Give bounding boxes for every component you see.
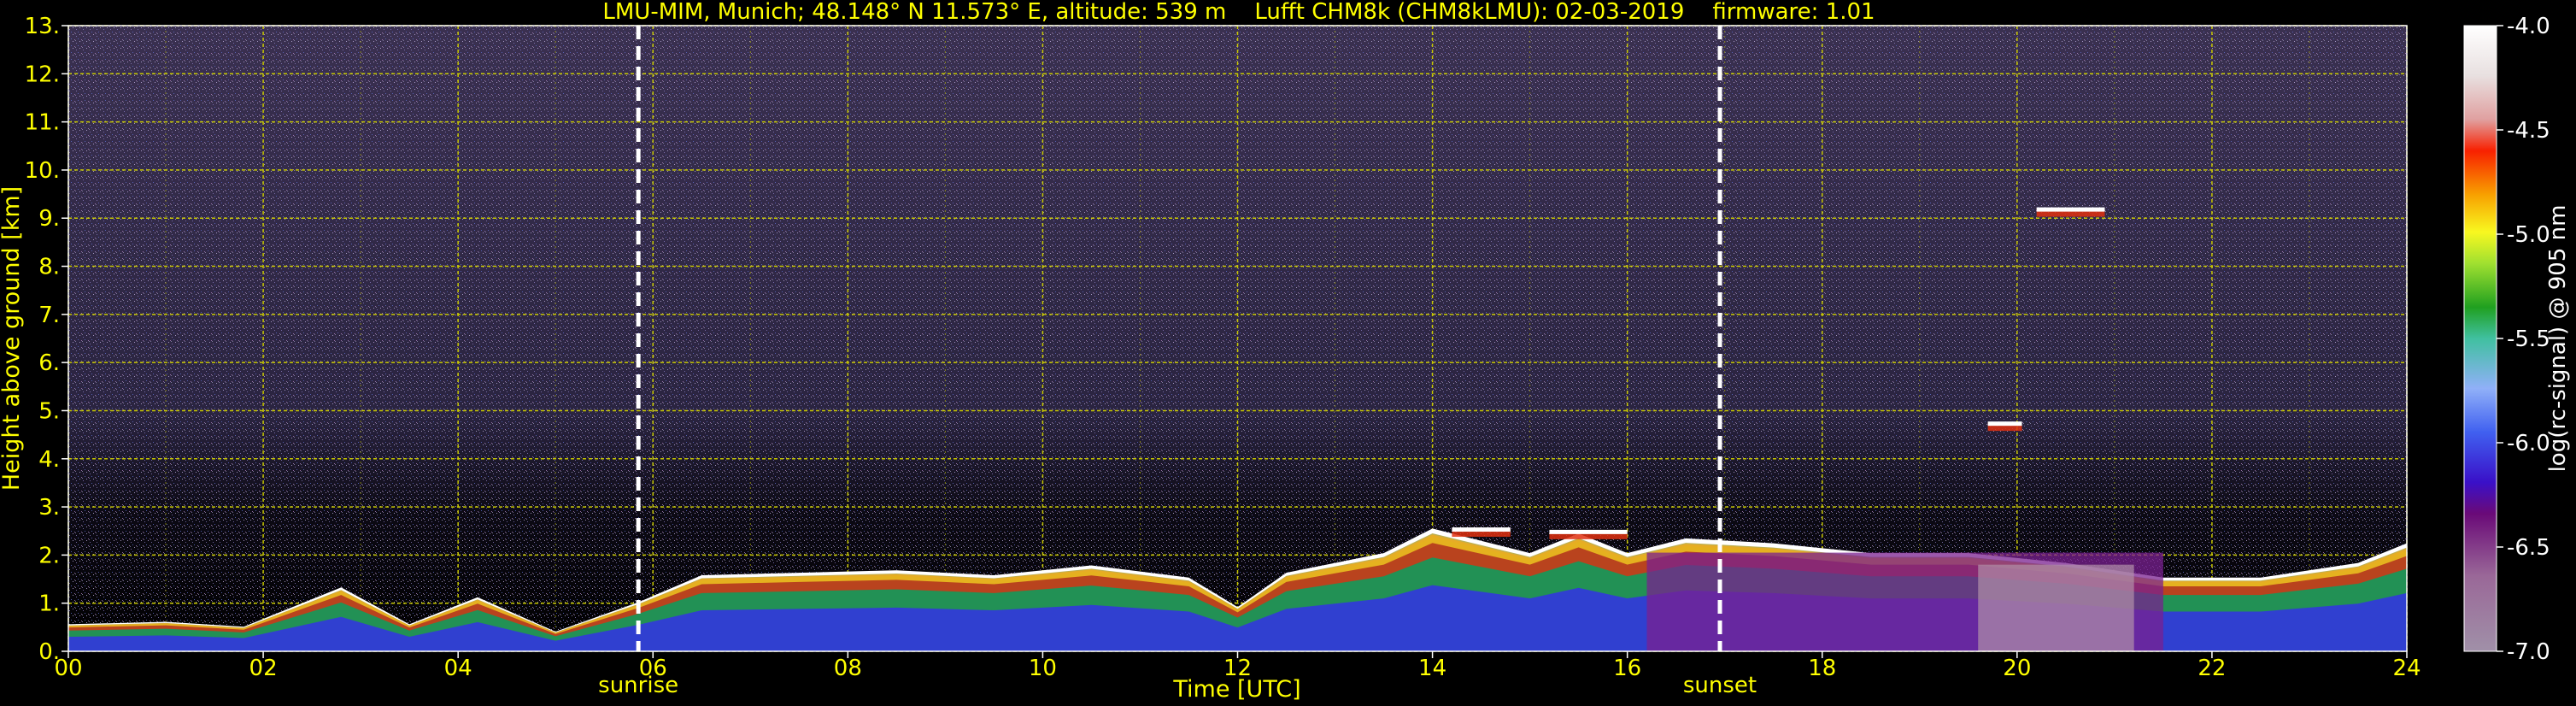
x-tick-label: 14	[1418, 656, 1446, 681]
x-tick-label: 10	[1029, 656, 1057, 681]
residual-layer-mauve	[1978, 564, 2134, 651]
y-tick-label: 7.	[38, 303, 60, 328]
x-tick-label: 18	[1808, 656, 1836, 681]
colorbar-gradient	[2463, 25, 2497, 652]
x-axis-label: Time [UTC]	[1172, 676, 1300, 703]
colorbar-tick-label: -5.5	[2507, 327, 2550, 352]
y-tick-label: 9.	[38, 206, 60, 232]
y-tick-label: 6.	[38, 350, 60, 376]
y-axis-ticks: 0. 1. 2. 3. 4. 5. 6. 7. 8. 9. 10. 11. 12. 13.	[25, 14, 68, 665]
y-tick-label: 2.	[38, 543, 60, 568]
y-tick-label: 11.	[25, 110, 60, 136]
y-axis-label: Height above ground [km]	[0, 186, 25, 491]
x-tick-label: 24	[2392, 656, 2421, 681]
event-label-sunset: sunset	[1683, 673, 1757, 698]
y-tick-label: 1.	[38, 591, 60, 617]
ceilometer-chart: sunrise sunset 00 02 04 06 08 10 12 14 16 18 20 22 24…	[0, 0, 2571, 703]
y-tick-label: 4.	[38, 447, 60, 473]
y-tick-label: 12.	[25, 62, 60, 87]
colorbar-tick-label: -6.0	[2507, 431, 2550, 456]
y-tick-label: 3.	[38, 495, 60, 521]
x-tick-label: 02	[249, 656, 278, 681]
x-tick-label: 04	[444, 656, 472, 681]
y-tick-label: 8.	[38, 255, 60, 280]
colorbar-tick-label: -7.0	[2507, 639, 2550, 665]
elevated-layer-top	[1452, 527, 1511, 532]
elevated-layer-top	[1987, 421, 2022, 427]
colorbar: -4.0 -4.5 -5.0 -5.5 -6.0 -6.5 -7.0 log(rc-sign…	[2463, 14, 2571, 665]
colorbar-label: log(rc-signal) @ 905 nm	[2545, 205, 2571, 473]
y-tick-label: 5.	[38, 398, 60, 424]
y-tick-label: 13.	[25, 14, 60, 39]
colorbar-tick-label: -5.0	[2507, 222, 2550, 248]
elevated-layer-top	[2036, 207, 2105, 212]
x-tick-label: 08	[834, 656, 862, 681]
colorbar-tick-label: -4.5	[2507, 118, 2550, 144]
x-tick-label: 22	[2198, 656, 2226, 681]
y-tick-label: 10.	[25, 158, 60, 184]
colorbar-tick-label: -4.0	[2507, 14, 2550, 39]
chart-title: LMU-MIM, Munich; 48.148° N 11.573° E, al…	[602, 0, 1875, 25]
x-tick-label: 06	[639, 656, 667, 681]
colorbar-ticks: -4.0 -4.5 -5.0 -5.5 -6.0 -6.5 -7.0	[2497, 14, 2550, 665]
elevated-layer-top	[1549, 529, 1628, 534]
x-tick-label: 20	[2003, 656, 2031, 681]
colorbar-tick-label: -6.5	[2507, 535, 2550, 561]
y-tick-label: 0.	[38, 639, 60, 665]
x-tick-label: 16	[1613, 656, 1641, 681]
